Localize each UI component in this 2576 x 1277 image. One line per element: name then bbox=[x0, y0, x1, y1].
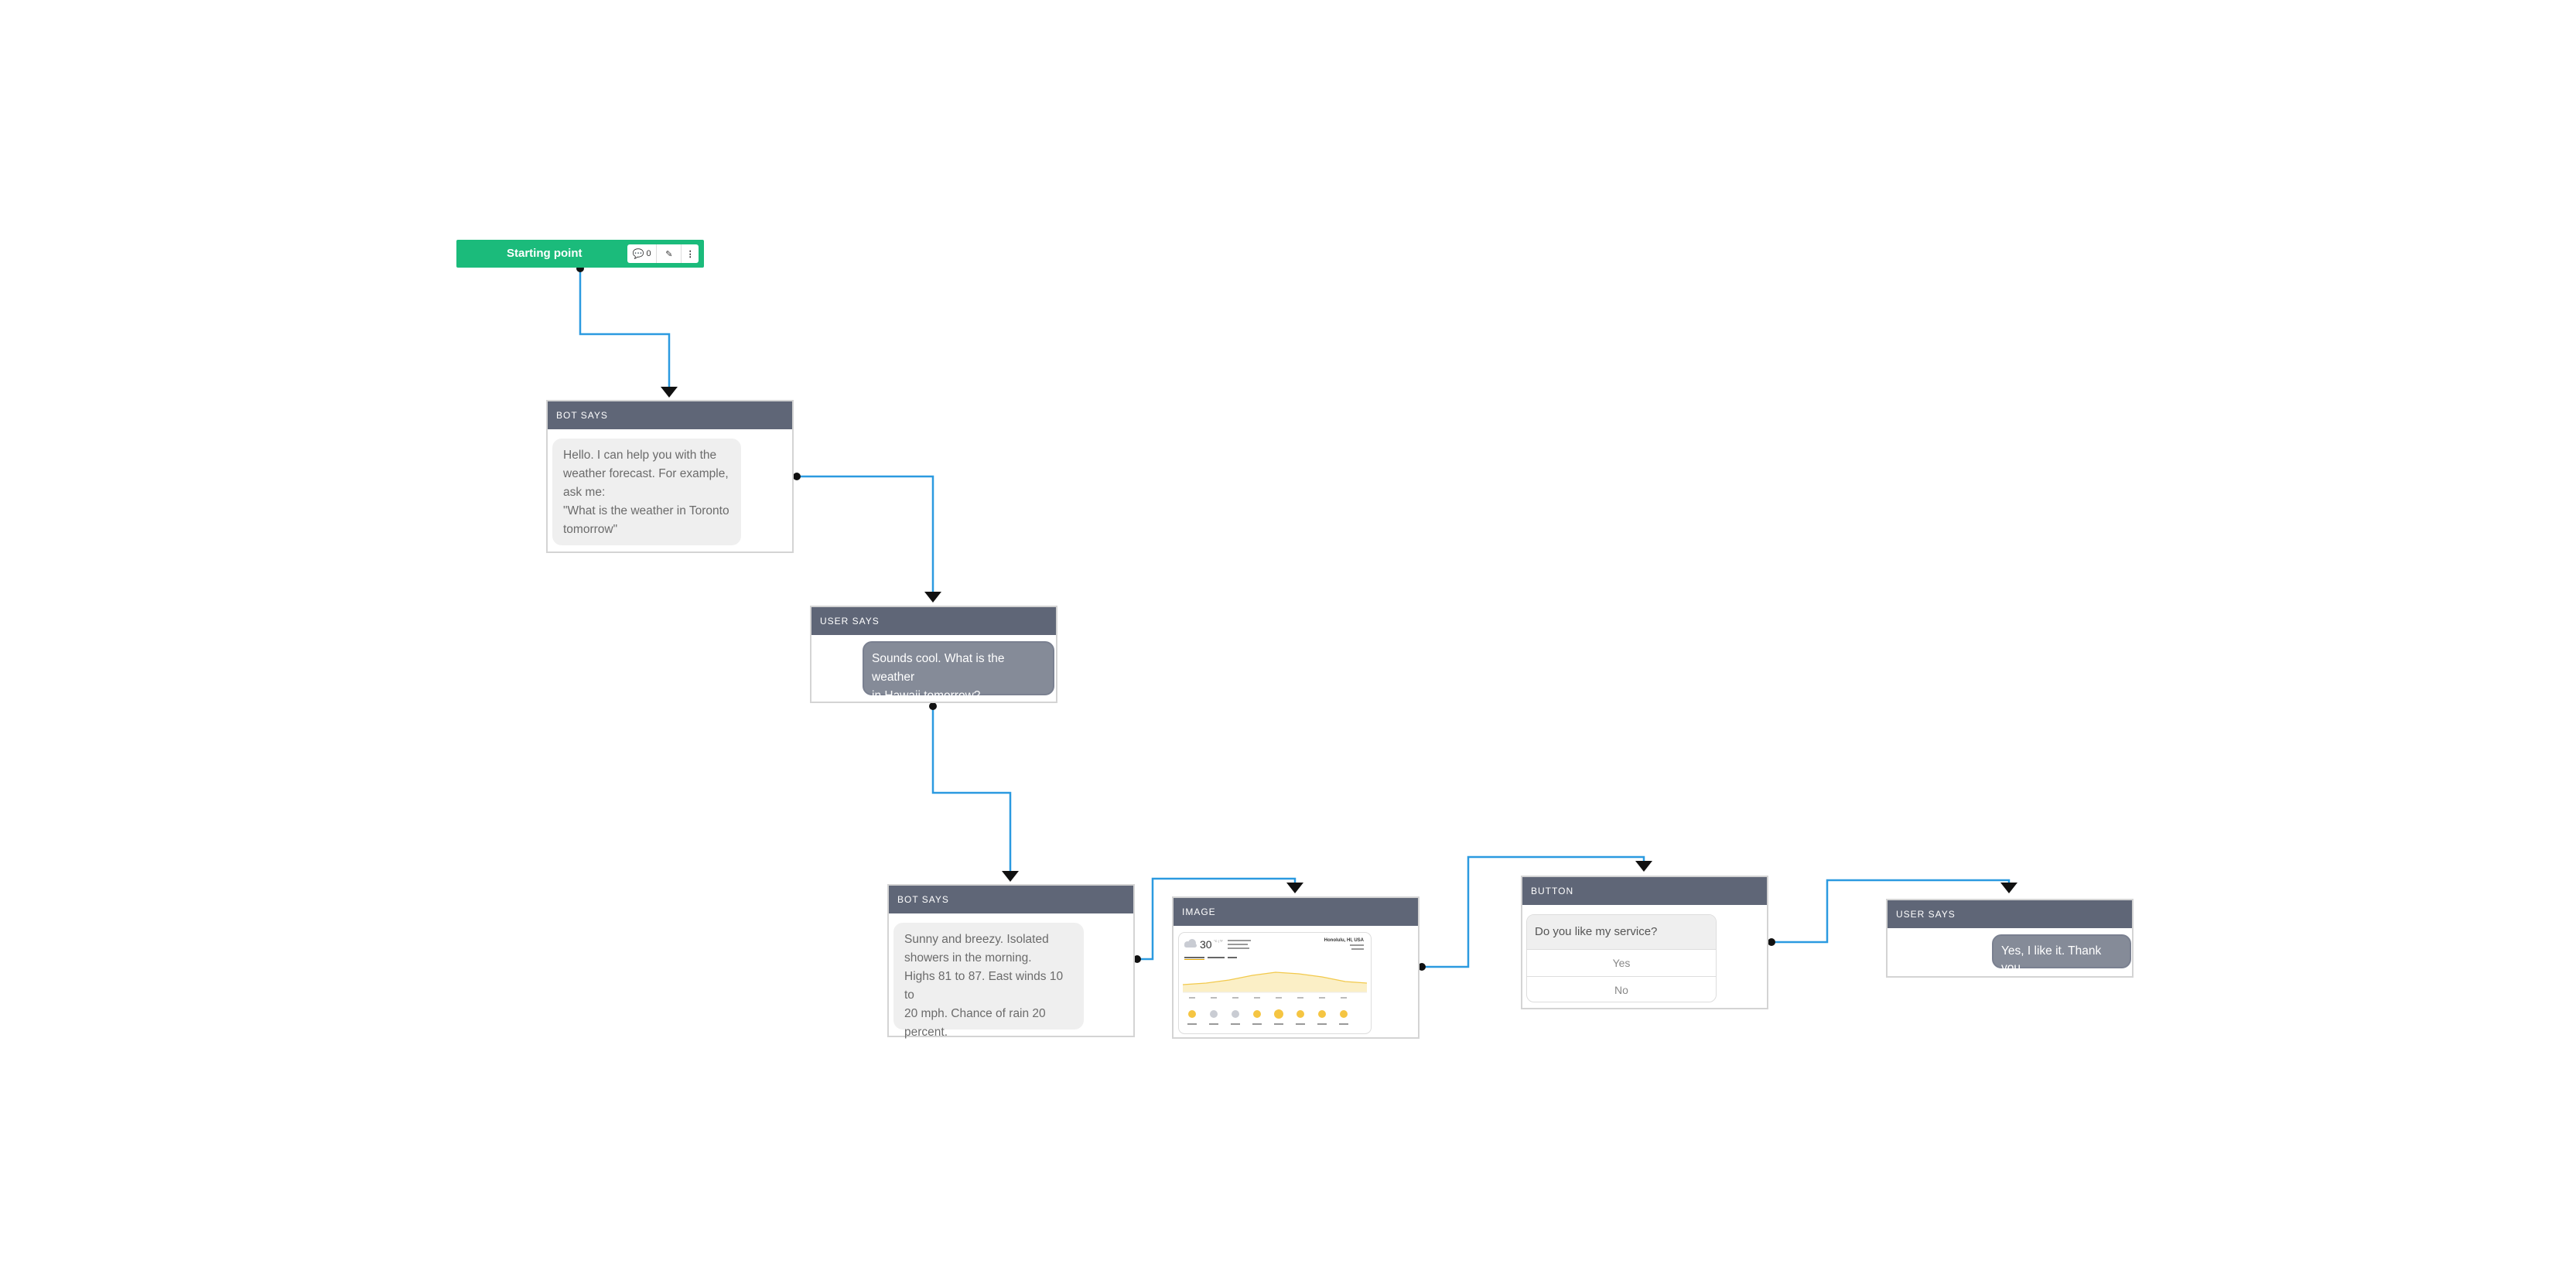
image-node[interactable]: IMAGE 30 °C | °F Honolulu, HI, USA bbox=[1172, 896, 1420, 1039]
button-panel: Do you like my service? Yes No bbox=[1526, 914, 1717, 1002]
node-header: BOT SAYS bbox=[889, 886, 1133, 913]
comment-icon: 💬 bbox=[632, 248, 644, 259]
comment-button[interactable]: 💬 0 bbox=[627, 244, 658, 263]
bot-message-line: Hello. I can help you with the bbox=[563, 449, 717, 462]
node-header: BOT SAYS bbox=[548, 401, 792, 429]
node-header: USER SAYS bbox=[811, 607, 1056, 635]
starting-point-node[interactable]: Starting point 💬 0 ✎ ⋮ bbox=[456, 240, 704, 268]
button-node[interactable]: BUTTON Do you like my service? Yes No bbox=[1521, 876, 1768, 1009]
bot-says-node-2[interactable]: BOT SAYS Sunny and breezy. Isolated show… bbox=[887, 884, 1135, 1039]
button-question: Do you like my service? bbox=[1527, 915, 1716, 949]
connector-user1-bot2 bbox=[931, 707, 1012, 872]
bot-message-line: tomorrow" bbox=[563, 523, 618, 536]
arrow-user2-in bbox=[2000, 883, 2017, 893]
connector-layer bbox=[576, 265, 2017, 971]
edit-button[interactable]: ✎ bbox=[657, 244, 682, 263]
port-button-out bbox=[1768, 938, 1775, 946]
weather-temperature: 30 bbox=[1200, 938, 1212, 951]
button-option-yes[interactable]: Yes bbox=[1527, 949, 1716, 976]
node-header: IMAGE bbox=[1174, 898, 1418, 926]
bot-message-line: showers in the morning. bbox=[904, 951, 1032, 965]
bot-message-line: Highs 81 to 87. East winds 10 to bbox=[904, 970, 1064, 1002]
weather-forecast-image: 30 °C | °F Honolulu, HI, USA bbox=[1178, 932, 1372, 1034]
node-header: USER SAYS bbox=[1888, 900, 2132, 928]
user-message-line: in Hawaii tomorrow? bbox=[872, 689, 981, 702]
bot-message-line: Sunny and breezy. Isolated bbox=[904, 933, 1049, 946]
bot-message-line: 20 mph. Chance of rain 20 bbox=[904, 1007, 1046, 1020]
arrow-button-in bbox=[1635, 861, 1652, 872]
bot-message-line: weather forecast. For example, bbox=[563, 467, 729, 480]
user-says-node-2[interactable]: USER SAYS Yes, I like it. Thank you. bbox=[1886, 899, 2134, 978]
bot-says-node-1[interactable]: BOT SAYS Hello. I can help you with the … bbox=[546, 400, 794, 553]
arrow-bot2-in bbox=[1002, 871, 1019, 882]
arrow-user1-in bbox=[924, 592, 941, 603]
starting-point-label: Starting point bbox=[507, 247, 583, 260]
port-bot1-out bbox=[793, 473, 801, 480]
arrow-image-in bbox=[1286, 883, 1303, 893]
connector-start-bot1 bbox=[579, 269, 671, 387]
weather-location: Honolulu, HI, USA bbox=[1324, 938, 1365, 943]
user-message-bubble: Sounds cool. What is the weather in Hawa… bbox=[863, 641, 1054, 702]
user-says-node-1[interactable]: USER SAYS Sounds cool. What is the weath… bbox=[810, 606, 1057, 703]
bot-message-line: ask me: bbox=[563, 486, 606, 499]
weather-temperature-unit: °C | °F bbox=[1214, 939, 1223, 943]
node-header: BUTTON bbox=[1522, 877, 1767, 905]
button-option-no[interactable]: No bbox=[1527, 976, 1716, 1002]
connector-bot1-user1 bbox=[797, 475, 934, 594]
bot-message-line: "What is the weather in Toronto bbox=[563, 504, 729, 517]
comment-count: 0 bbox=[646, 249, 651, 258]
user-message-bubble: Yes, I like it. Thank you. bbox=[1992, 934, 2131, 975]
start-toolbar: 💬 0 ✎ ⋮ bbox=[627, 244, 699, 263]
bot-message-line: percent. bbox=[904, 1026, 948, 1039]
bot-message-bubble: Hello. I can help you with the weather f… bbox=[552, 439, 741, 545]
edit-icon: ✎ bbox=[665, 249, 673, 259]
bot-message-bubble: Sunny and breezy. Isolated showers in th… bbox=[893, 923, 1084, 1039]
arrow-bot1-in bbox=[661, 387, 678, 398]
user-message-line: Sounds cool. What is the weather bbox=[872, 652, 1005, 684]
more-button[interactable]: ⋮ bbox=[682, 244, 699, 263]
vertical-dots-icon: ⋮ bbox=[685, 249, 695, 259]
